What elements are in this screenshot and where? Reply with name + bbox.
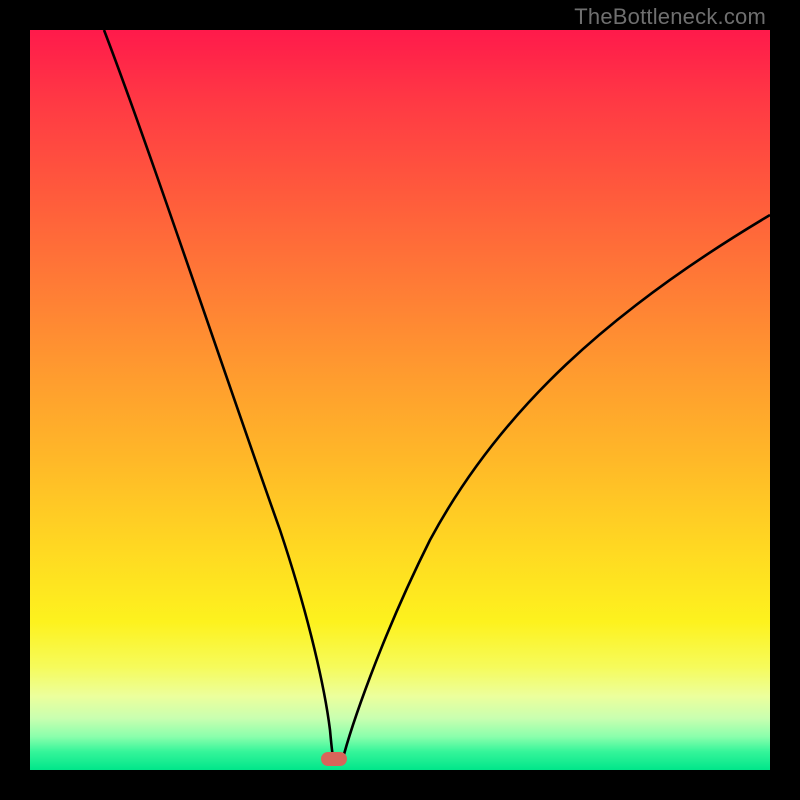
chart-frame: TheBottleneck.com	[0, 0, 800, 800]
optimal-marker	[321, 752, 347, 766]
bottleneck-curve-right	[342, 215, 770, 762]
watermark-text: TheBottleneck.com	[574, 4, 766, 30]
plot-area	[30, 30, 770, 770]
bottleneck-curve-left	[104, 30, 334, 762]
curve-svg	[30, 30, 770, 770]
